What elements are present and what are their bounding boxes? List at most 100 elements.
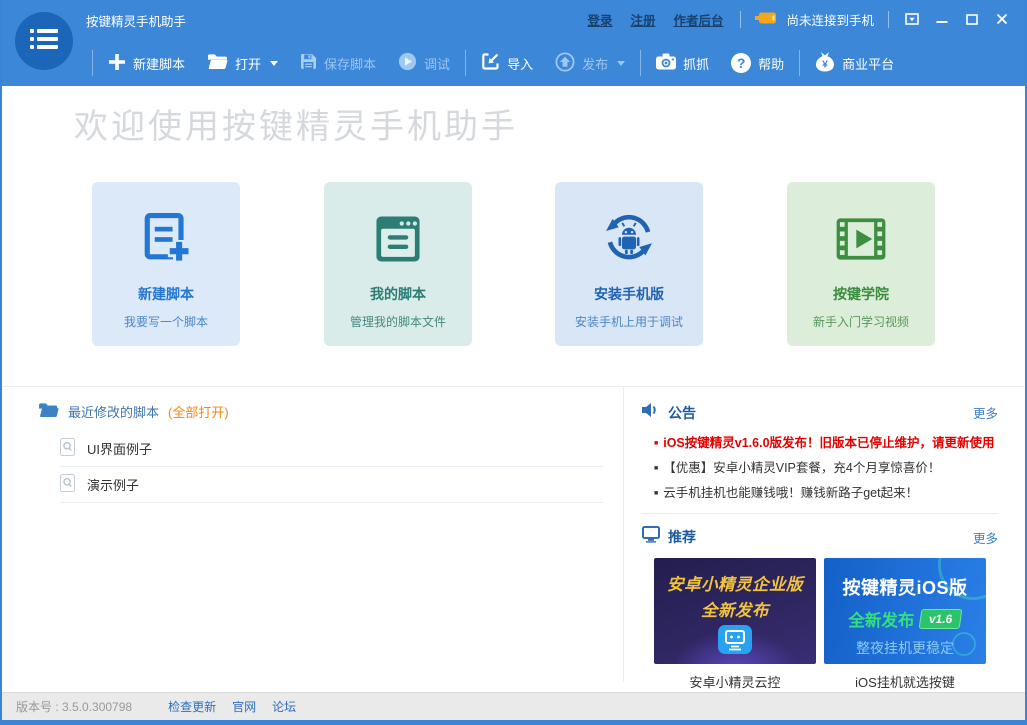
card-subtitle: 管理我的脚本文件 [324, 313, 472, 330]
new-script-icon [92, 206, 240, 272]
question-mark-icon: ? [731, 53, 751, 73]
business-label: 商业平台 [842, 54, 894, 73]
tray-button[interactable] [897, 8, 927, 30]
debug-label: 调试 [424, 54, 450, 73]
divider [640, 50, 641, 76]
folder-icon [38, 402, 59, 421]
list-item[interactable]: UI界面例子 [60, 431, 603, 467]
banner-text: 全新发布 [654, 597, 816, 621]
script-file-icon [60, 438, 75, 459]
card-title: 我的脚本 [324, 284, 472, 304]
help-label: 帮助 [758, 54, 784, 73]
svg-text:¥: ¥ [822, 59, 828, 71]
card-new-script[interactable]: 新建脚本 我要写一个脚本 [92, 182, 240, 346]
card-my-scripts[interactable]: 我的脚本 管理我的脚本文件 [324, 182, 472, 346]
check-update-link[interactable]: 检查更新 [168, 698, 216, 715]
card-title: 按键学院 [787, 284, 935, 304]
toolbar: 新建脚本 打开 [88, 44, 1025, 82]
banner-caption[interactable]: iOS挂机就选按键 [824, 672, 986, 691]
banner-ios-version[interactable]: 按键精灵iOS版 全新发布 v1.6 整夜挂机更稳定 [824, 558, 986, 664]
card-title: 新建脚本 [92, 284, 240, 304]
play-circle-icon [398, 52, 417, 74]
plus-icon [108, 53, 126, 74]
recommend-title: 推荐 [668, 527, 696, 547]
grab-button[interactable]: 抓抓 [645, 53, 720, 73]
save-label: 保存脚本 [324, 54, 376, 73]
script-file-icon [60, 474, 75, 495]
chevron-down-icon [617, 61, 625, 66]
login-link[interactable]: 登录 [587, 10, 612, 29]
close-button[interactable] [987, 8, 1017, 30]
hamburger-menu-icon [30, 27, 58, 56]
card-install-phone[interactable]: 安装手机版 安装手机上用于调试 [555, 182, 703, 346]
publish-button[interactable]: 发布 [544, 52, 636, 75]
film-play-icon [787, 206, 935, 272]
money-bag-icon: ¥ [815, 51, 835, 75]
main-menu-button[interactable] [15, 12, 73, 70]
divider [623, 387, 624, 682]
recent-scripts-title: 最近修改的脚本 [68, 402, 159, 421]
import-button[interactable]: 导入 [470, 52, 544, 74]
recommend-more-link[interactable]: 更多 [973, 528, 998, 547]
announcement-item[interactable]: 【优惠】安卓小精灵VIP套餐，充4个月享惊喜价！ [654, 456, 1014, 481]
open-label: 打开 [235, 54, 261, 73]
monitor-icon [642, 526, 660, 548]
version-badge: v1.6 [919, 609, 963, 629]
minimize-button[interactable] [927, 8, 957, 30]
author-backend-link[interactable]: 作者后台 [673, 10, 723, 29]
banner-text: 安卓小精灵企业版 [654, 571, 816, 595]
debug-button[interactable]: 调试 [387, 52, 461, 74]
banner-text: 按键精灵iOS版 [824, 574, 986, 600]
window-title: 按键精灵手机助手 [86, 11, 186, 30]
new-script-button[interactable]: 新建脚本 [97, 53, 196, 74]
announcement-item[interactable]: iOS按键精灵v1.6.0版发布！旧版本已停止维护，请更新使用 [654, 431, 1014, 456]
business-platform-button[interactable]: ¥ 商业平台 [804, 51, 905, 75]
official-site-link[interactable]: 官网 [232, 698, 256, 715]
save-script-button[interactable]: 保存脚本 [289, 53, 387, 73]
banner-captions: 安卓小精灵云控 iOS挂机就选按键 [654, 672, 1014, 691]
card-academy[interactable]: 按键学院 新手入门学习视频 [787, 182, 935, 346]
robot-monitor-icon [654, 624, 816, 660]
help-button[interactable]: ? 帮助 [720, 53, 795, 73]
import-icon [481, 52, 500, 74]
app-window: 按键精灵手机助手 登录 注册 作者后台 尚未连接到手机 [0, 0, 1027, 725]
announcement-item[interactable]: 云手机挂机也能赚钱哦！赚钱新路子get起来！ [654, 481, 1014, 506]
forum-link[interactable]: 论坛 [272, 698, 296, 715]
card-subtitle: 新手入门学习视频 [787, 313, 935, 330]
announcements-title: 公告 [668, 403, 696, 423]
card-subtitle: 我要写一个脚本 [92, 313, 240, 330]
banner-android-enterprise[interactable]: 安卓小精灵企业版 全新发布 [654, 558, 816, 664]
speaker-icon [642, 402, 660, 423]
banner-text: 整夜挂机更稳定 [824, 638, 986, 658]
divider [92, 50, 93, 76]
version-label: 版本号 : 3.5.0.300798 [16, 698, 132, 715]
maximize-button[interactable] [957, 8, 987, 30]
open-all-link[interactable]: (全部打开) [168, 402, 229, 421]
recent-scripts-header: 最近修改的脚本 (全部打开) [38, 387, 604, 421]
register-link[interactable]: 注册 [630, 10, 655, 29]
recent-scripts-section: 最近修改的脚本 (全部打开) UI界面例子 [38, 387, 604, 503]
camera-icon [656, 53, 676, 73]
connection-status-label: 尚未连接到手机 [786, 10, 874, 29]
divider [465, 50, 466, 76]
banner-caption[interactable]: 安卓小精灵云控 [654, 672, 816, 691]
import-label: 导入 [507, 54, 533, 73]
statusbar-links: 检查更新 官网 论坛 [168, 698, 296, 715]
main-content: 欢迎使用按键精灵手机助手 新建脚本 我要写一个脚本 [2, 86, 1025, 692]
titlebar-right: 登录 注册 作者后台 尚未连接到手机 [578, 7, 1017, 31]
grab-label: 抓抓 [683, 54, 709, 73]
list-item[interactable]: 演示例子 [60, 467, 603, 503]
open-button[interactable]: 打开 [196, 53, 289, 73]
welcome-heading: 欢迎使用按键精灵手机助手 [74, 99, 518, 148]
announcements-header: 公告 更多 [642, 387, 1014, 423]
phone-icon [755, 11, 779, 28]
divider [888, 11, 889, 28]
card-subtitle: 安装手机上用于调试 [555, 313, 703, 330]
announcements-more-link[interactable]: 更多 [973, 403, 998, 422]
card-title: 安装手机版 [555, 284, 703, 304]
titlebar: 按键精灵手机助手 登录 注册 作者后台 尚未连接到手机 [2, 0, 1025, 86]
phone-connection-status[interactable]: 尚未连接到手机 [755, 10, 874, 29]
publish-icon [555, 52, 575, 75]
recent-scripts-list: UI界面例子 演示例子 [60, 431, 603, 503]
my-scripts-icon [324, 206, 472, 272]
